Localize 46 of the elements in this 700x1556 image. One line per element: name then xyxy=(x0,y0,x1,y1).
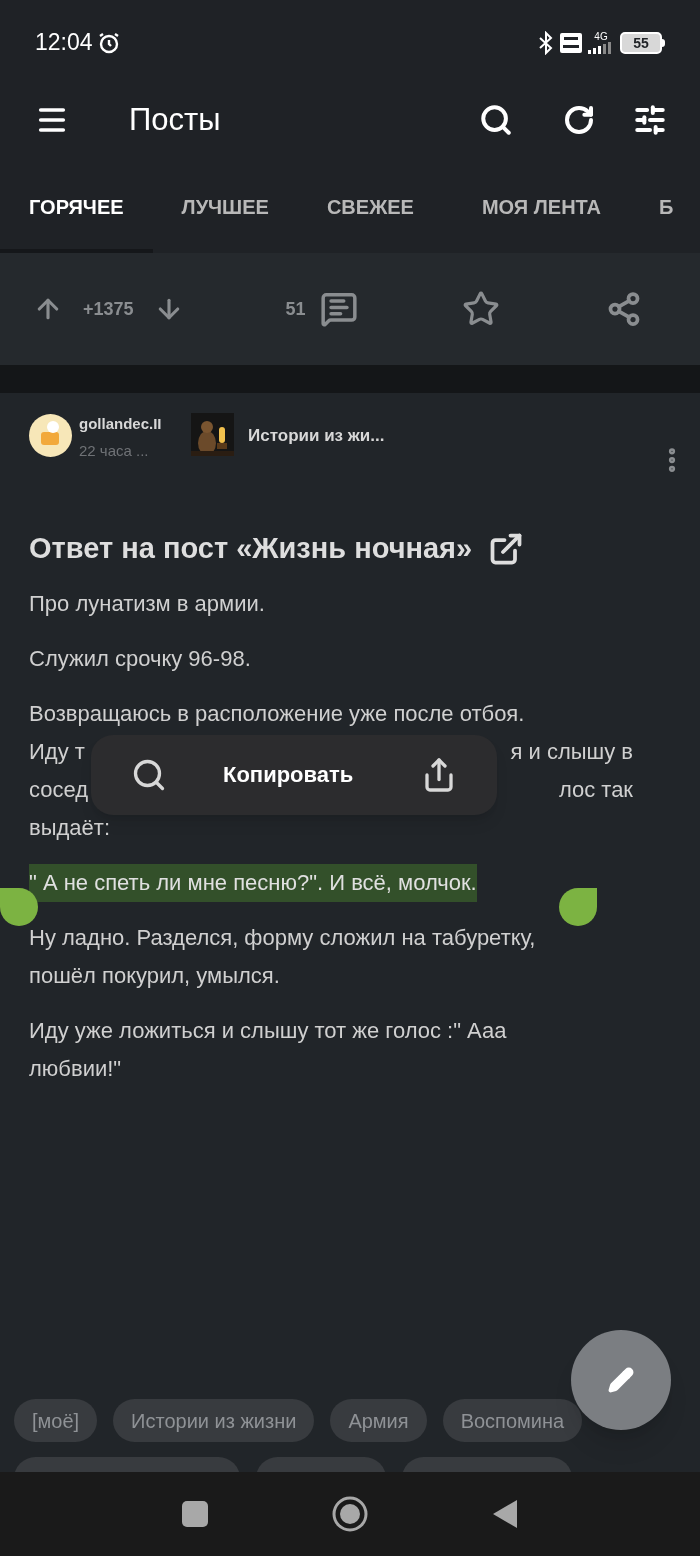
paragraph-line: Иду уже ложиться и слышу тот же голос :" Ааа xyxy=(29,1016,508,1045)
battery-level: 55 xyxy=(633,35,649,50)
paragraph-line: Про лунатизм в армии. xyxy=(29,589,266,618)
community-name[interactable]: Истории из жи... xyxy=(248,423,385,449)
avatar xyxy=(29,414,72,457)
paragraph-line: Иду т xyxy=(29,737,85,766)
tag-chip[interactable]: Армия xyxy=(330,1399,427,1442)
recents-button[interactable] xyxy=(182,1501,208,1527)
network-type: 4G xyxy=(594,31,608,42)
refresh-icon[interactable] xyxy=(563,104,595,136)
paragraph-line: любвии!" xyxy=(29,1054,123,1083)
tab[interactable]: Б xyxy=(630,165,700,253)
app-title: Посты xyxy=(129,100,222,139)
selected-text: " А не спеть ли мне песню?". И всё, молчок. xyxy=(29,863,477,902)
tag-chip[interactable]: [моё] xyxy=(14,1399,98,1442)
paragraph-line: сосед xyxy=(29,775,89,804)
tag-chip[interactable]: Воспомина xyxy=(442,1399,583,1442)
copy-button[interactable]: Копировать xyxy=(223,755,354,794)
paragraph-line: Возвращаюсь в расположение уже после отбоя. xyxy=(29,699,526,728)
author-name[interactable]: gollandec.II xyxy=(79,413,191,436)
comment-icon[interactable] xyxy=(319,290,358,328)
signal-icon xyxy=(588,41,614,54)
paragraph-line: выдаёт: xyxy=(29,813,111,842)
star-icon[interactable] xyxy=(461,290,500,328)
tab[interactable]: СВЕЖЕЕ xyxy=(297,165,443,253)
clock-time: 12:04 xyxy=(35,28,93,58)
paragraph-line: Служил срочку 96-98. xyxy=(29,644,252,673)
paragraph-line: Ну ладно. Разделся, форму сложил на табуретку, xyxy=(29,923,537,952)
selection-handle[interactable] xyxy=(559,887,597,926)
paragraph-line: лос так xyxy=(558,775,633,804)
post-time: 22 часа ... xyxy=(79,440,150,461)
pencil-icon xyxy=(608,1367,634,1393)
selection-handle[interactable] xyxy=(0,887,38,926)
post-title: Ответ на пост «Жизнь ночная» xyxy=(29,531,473,566)
tab[interactable]: МОЯ ЛЕНТА xyxy=(452,165,630,253)
bluetooth-icon xyxy=(538,30,554,55)
search-icon[interactable] xyxy=(479,103,513,137)
comment-count: 51 xyxy=(285,297,306,321)
filter-icon[interactable] xyxy=(633,103,667,137)
paragraph-line: я и слышу в xyxy=(510,737,633,766)
paragraph-line: пошёл покурил, умылся. xyxy=(29,961,281,990)
rating: +1375 xyxy=(83,297,134,321)
home-button[interactable] xyxy=(332,1496,368,1532)
back-button[interactable] xyxy=(492,1499,518,1529)
tag-chip[interactable]: Истории из жизни xyxy=(113,1399,315,1442)
tab[interactable]: ЛУЧШЕЕ xyxy=(152,165,298,253)
